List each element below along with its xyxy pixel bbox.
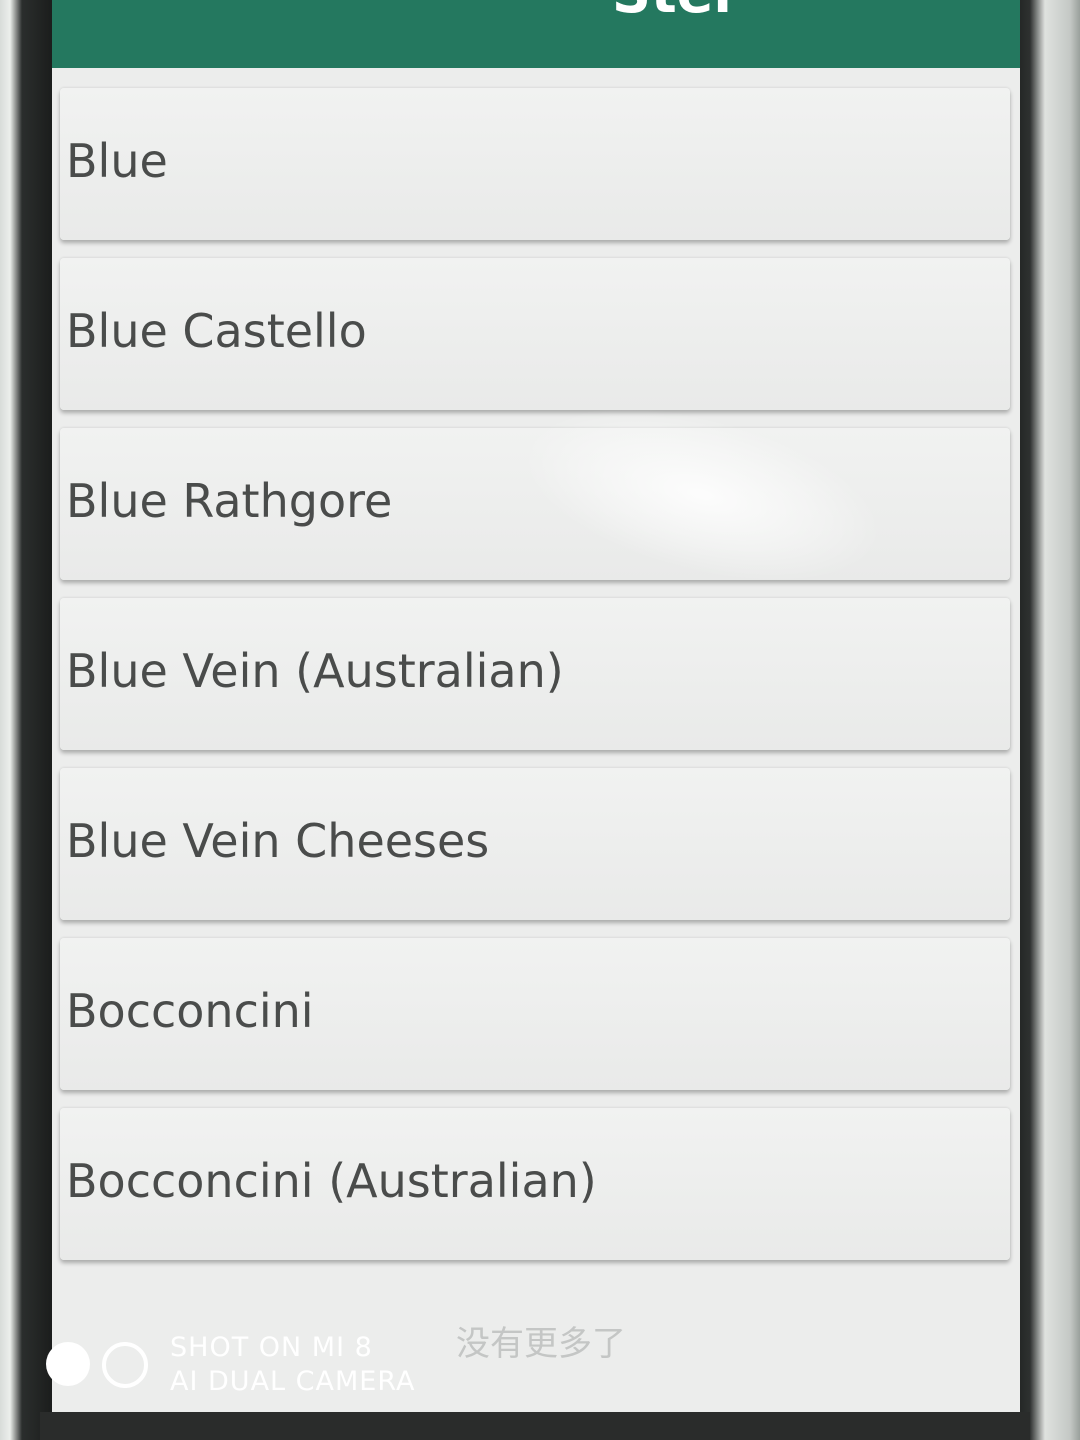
filled-circle-icon	[46, 1342, 90, 1386]
list-item-label: Blue Rathgore	[66, 474, 393, 528]
list-item[interactable]: Blue Vein Cheeses	[60, 768, 1010, 920]
list-item-label: Blue Castello	[66, 304, 367, 358]
list-item[interactable]: Blue Vein (Australian)	[60, 598, 1010, 750]
ring-circle-icon	[102, 1342, 148, 1388]
phone-screen: Ster Blue Blue Castello Blue Rathgore Bl…	[52, 0, 1020, 1412]
list-item-label: Bocconcini (Australian)	[66, 1154, 597, 1208]
camera-watermark: SHOT ON MI 8 AI DUAL CAMERA	[44, 1332, 414, 1406]
watermark-line-2: AI DUAL CAMERA	[170, 1366, 416, 1397]
list-item-label: Blue Vein (Australian)	[66, 644, 564, 698]
list-item-label: Blue Vein Cheeses	[66, 814, 490, 868]
list-item[interactable]: Blue	[60, 88, 1010, 240]
list-item[interactable]: Blue Rathgore	[60, 428, 1010, 580]
list-item[interactable]: Bocconcini	[60, 938, 1010, 1090]
cheese-list: Blue Blue Castello Blue Rathgore Blue Ve…	[60, 88, 1010, 1278]
list-item-label: Bocconcini	[66, 984, 314, 1038]
app-bar: Ster	[52, 0, 1020, 68]
device-bottom-bezel	[40, 1412, 1030, 1440]
app-bar-title: Ster	[612, 0, 740, 25]
list-item[interactable]: Blue Castello	[60, 258, 1010, 410]
list-item-label: Blue	[66, 134, 168, 188]
list-item[interactable]: Bocconcini (Australian)	[60, 1108, 1010, 1260]
end-of-list-text: 没有更多了	[456, 1324, 626, 1364]
watermark-line-1: SHOT ON MI 8	[170, 1332, 373, 1363]
